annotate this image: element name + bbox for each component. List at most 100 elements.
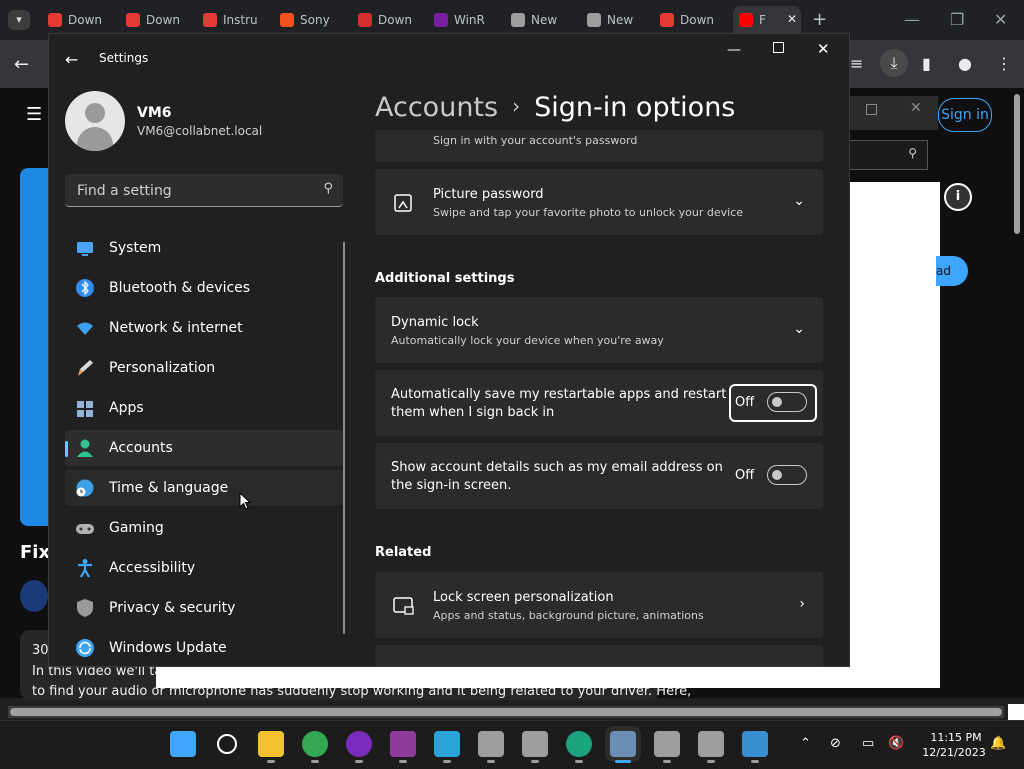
browser-tab[interactable]: New (511, 8, 581, 32)
sidebar-item-windows-update[interactable]: Windows Update (65, 630, 343, 666)
file-explorer-icon[interactable] (258, 731, 284, 757)
media-control-icon[interactable]: ≡ (850, 54, 863, 73)
tray-overflow-icon[interactable]: ⌃ (800, 736, 811, 751)
browser-close-icon[interactable]: ✕ (994, 10, 1007, 29)
search-box[interactable]: ⚲ (65, 174, 343, 208)
vm-app-icon-4[interactable] (698, 731, 724, 757)
accessibility-icon (78, 559, 92, 578)
back-arrow-icon[interactable]: ← (65, 50, 78, 69)
new-tab-button[interactable]: + (812, 9, 827, 30)
apps-icon (77, 401, 93, 417)
search-icon[interactable] (217, 734, 237, 754)
tab-label: Instru (223, 13, 258, 27)
media-app-icon[interactable] (346, 731, 372, 757)
sidebar-item-privacy-security[interactable]: Privacy & security (65, 590, 343, 626)
edge-icon[interactable] (566, 731, 592, 757)
browser-tab[interactable]: Down (126, 8, 196, 32)
browser-tab[interactable]: Sony (280, 8, 350, 32)
sidebar-item-personalization[interactable]: Personalization (65, 350, 343, 386)
sidebar-item-network-internet[interactable]: Network & internet (65, 310, 343, 346)
ad-button[interactable]: ad (936, 256, 968, 286)
browser-tab[interactable]: Down (358, 8, 428, 32)
browser-minimize-icon[interactable]: — (904, 10, 920, 29)
chrome-icon[interactable] (302, 731, 328, 757)
profile-icon[interactable]: ● (958, 54, 972, 73)
display-icon[interactable]: ▭ (862, 736, 874, 751)
password-card[interactable]: Sign in with your account's password (375, 130, 823, 162)
maximize-icon[interactable] (773, 42, 784, 53)
dynamic-lock-card[interactable]: Dynamic lock Automatically lock your dev… (375, 297, 823, 363)
monitor-icon (77, 242, 93, 256)
clock-date[interactable]: 12/21/2023 (918, 746, 990, 759)
remote-desktop-icon[interactable] (742, 731, 768, 757)
sidebar-item-accessibility[interactable]: Accessibility (65, 550, 343, 586)
sound-muted-icon[interactable]: 🔇 (888, 736, 904, 751)
vertical-scrollbar-thumb[interactable] (1014, 94, 1020, 234)
background-search-input[interactable]: ⚲ (848, 140, 928, 170)
settings-gear-icon[interactable] (610, 731, 636, 757)
vm-app-icon[interactable] (478, 731, 504, 757)
lock-screen-card[interactable]: Lock screen personalization Apps and sta… (375, 572, 823, 638)
vm-app-icon-3[interactable] (654, 731, 680, 757)
close-icon[interactable]: ✕ (817, 40, 830, 58)
video-player[interactable] (20, 168, 48, 526)
chevron-right-icon[interactable]: › (799, 596, 805, 612)
tab-favicon-icon (660, 13, 674, 27)
network-off-icon[interactable]: ⊘ (830, 736, 841, 751)
clock-time[interactable]: 11:15 PM (928, 731, 984, 744)
tab-label: Sony (300, 13, 330, 27)
sidebar-scrollbar[interactable] (343, 242, 345, 634)
sidebar-item-time-language[interactable]: Time & language (65, 470, 343, 506)
sidebar-item-accounts[interactable]: Accounts (65, 430, 343, 466)
account-details-toggle[interactable] (767, 465, 807, 485)
tab-close-icon[interactable]: ✕ (787, 12, 797, 26)
picture-password-icon (394, 194, 412, 212)
sidebar-item-bluetooth-devices[interactable]: Bluetooth & devices (65, 270, 343, 306)
sidebar-item-apps[interactable]: Apps (65, 390, 343, 426)
browser-tab[interactable]: Down (48, 8, 118, 32)
browser-back-icon[interactable]: ← (14, 54, 29, 75)
browser-tab[interactable]: Instru (203, 8, 273, 32)
tab-label: New (607, 13, 634, 27)
hamburger-menu-icon[interactable]: ☰ (26, 104, 46, 125)
taskbar-running-indicator (615, 760, 631, 763)
start-icon[interactable] (170, 731, 196, 757)
related-heading: Related (375, 545, 432, 560)
channel-avatar[interactable] (20, 580, 48, 612)
browser-restore-icon[interactable]: ❐ (950, 10, 964, 29)
gamepad-icon (76, 524, 94, 534)
sidebar-item-system[interactable]: System (65, 230, 343, 266)
search-input[interactable] (75, 174, 319, 208)
user-email: VM6@collabnet.local (137, 124, 263, 138)
vm-app-icon-2[interactable] (522, 731, 548, 757)
breadcrumb-parent[interactable]: Accounts (375, 92, 498, 123)
browser-tab[interactable]: Down (660, 8, 730, 32)
dialog-close-icon[interactable]: ✕ (910, 100, 922, 116)
chevron-down-icon[interactable]: ⌄ (793, 321, 805, 337)
tab-search-dropdown[interactable]: ▾ (8, 10, 30, 30)
picture-password-card[interactable]: Picture password Swipe and tap your favo… (375, 169, 823, 235)
next-card[interactable] (375, 645, 823, 666)
chevron-down-icon[interactable]: ⌄ (793, 193, 805, 209)
sidebar-item-label: Windows Update (109, 640, 227, 656)
browser-tab[interactable]: F ✕ (733, 6, 801, 34)
breadcrumb: Accounts › Sign-in options (375, 92, 735, 123)
sidebar-item-label: Accounts (109, 440, 173, 456)
browser-menu-icon[interactable]: ⋮ (996, 54, 1012, 73)
downloads-icon[interactable]: ⤓ (880, 49, 908, 77)
sidebar-item-gaming[interactable]: Gaming (65, 510, 343, 546)
browser-tab[interactable]: WinR (434, 8, 504, 32)
minimize-icon[interactable]: — (727, 42, 741, 58)
info-icon[interactable]: i (944, 183, 972, 211)
sign-in-button[interactable]: Sign in (938, 98, 992, 132)
sidebar-item-label: Time & language (109, 480, 229, 496)
horizontal-scrollbar-thumb[interactable] (10, 708, 1002, 716)
avatar[interactable] (65, 91, 125, 151)
page-title: Sign-in options (534, 92, 736, 123)
side-panel-icon[interactable]: ▮ (922, 54, 931, 73)
notification-bell-icon[interactable]: 🔔 (990, 736, 1006, 751)
browser-tab[interactable]: New (587, 8, 657, 32)
notepad-icon[interactable] (434, 731, 460, 757)
winrar-icon[interactable] (390, 731, 416, 757)
tab-label: New (531, 13, 558, 27)
